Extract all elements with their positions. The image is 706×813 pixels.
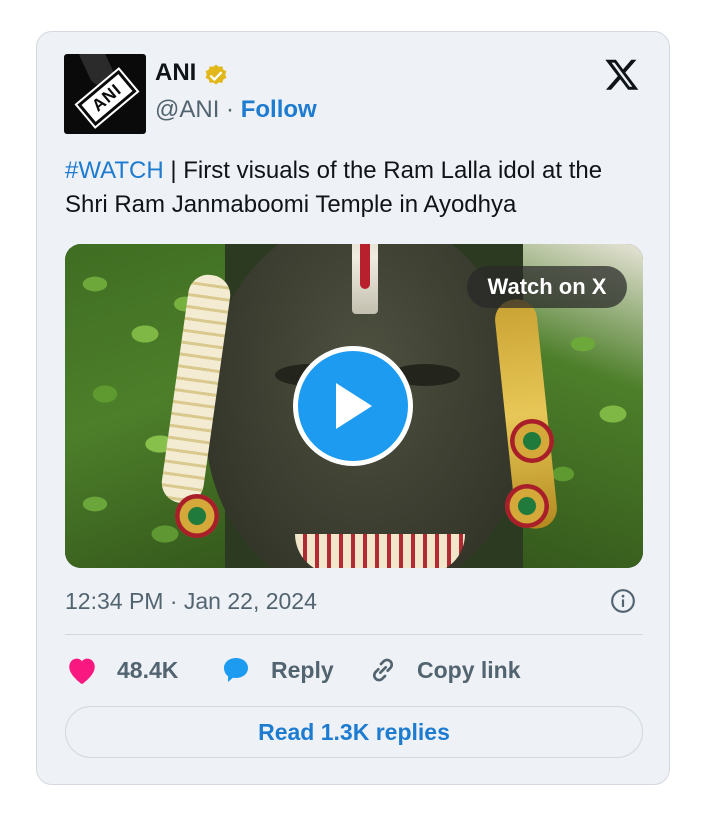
copy-link-button[interactable]: Copy link: [367, 652, 521, 688]
idol-tilak-red: [360, 244, 370, 289]
reply-label: Reply: [271, 656, 334, 683]
x-logo-icon[interactable]: [603, 56, 641, 92]
tweet-timestamp[interactable]: 12:34 PM · Jan 22, 2024: [65, 586, 317, 616]
hashtag-link[interactable]: #WATCH: [65, 157, 164, 184]
avatar-logo-text: ANI: [75, 65, 139, 131]
handle-line: @ANI · Follow: [155, 95, 317, 125]
read-replies-button[interactable]: Read 1.3K replies: [65, 706, 643, 758]
avatar[interactable]: ANI: [64, 54, 146, 134]
watch-on-x-button[interactable]: Watch on X: [467, 266, 627, 308]
tweet-card: ANI ANI @ANI · Follow #WATCH | First vis…: [36, 31, 670, 785]
reply-bubble-icon: [224, 658, 248, 682]
divider: [65, 634, 643, 635]
info-icon[interactable]: [610, 588, 636, 614]
reply-button[interactable]: Reply: [219, 652, 334, 688]
verified-badge-icon: [205, 64, 227, 85]
follow-button[interactable]: Follow: [241, 96, 317, 123]
author-handle[interactable]: @ANI: [155, 96, 219, 123]
jewel-ornament: [505, 484, 549, 528]
video-thumbnail[interactable]: Watch on X: [65, 244, 643, 568]
author-name[interactable]: ANI: [155, 58, 196, 88]
separator-dot: ·: [226, 96, 235, 123]
action-bar: 48.4K Reply Copy link: [65, 652, 643, 688]
idol-necklace: [295, 534, 465, 568]
heart-icon: [69, 658, 95, 685]
jewel-ornament: [510, 419, 554, 463]
link-icon: [372, 658, 394, 682]
play-icon: [336, 383, 372, 429]
like-button[interactable]: 48.4K: [65, 652, 178, 688]
jewel-ornament: [175, 494, 219, 538]
play-button[interactable]: [293, 346, 413, 466]
copy-link-label: Copy link: [417, 656, 521, 683]
tweet-text: #WATCH | First visuals of the Ram Lalla …: [65, 154, 645, 222]
like-count: 48.4K: [117, 656, 179, 683]
